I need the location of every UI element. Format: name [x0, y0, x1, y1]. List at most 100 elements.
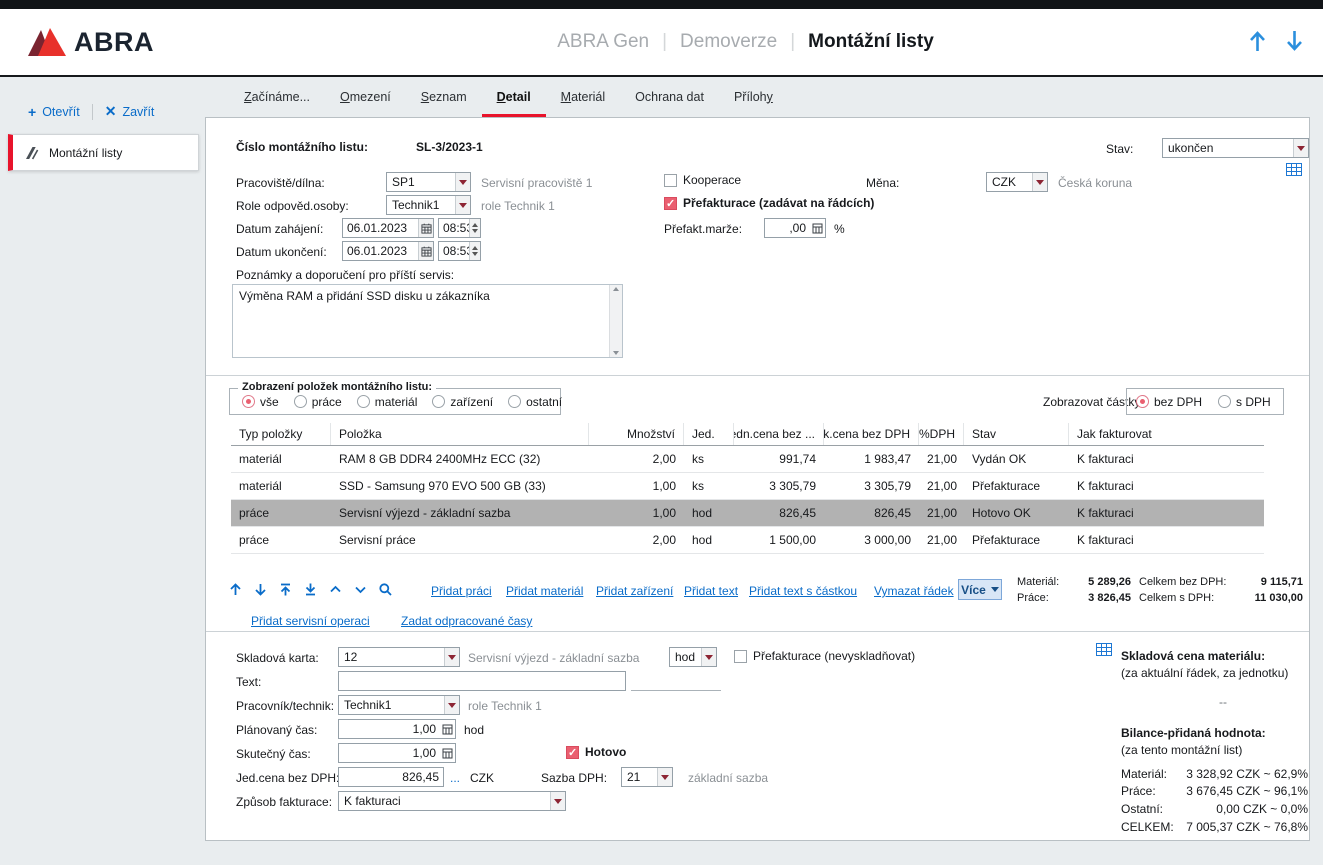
open-button[interactable]: + Otevřít	[28, 104, 80, 120]
filter-prace-radio[interactable]: práce	[294, 395, 342, 409]
table-row-selected[interactable]: práceServisní výjezd - základní sazba1,0…	[231, 500, 1264, 527]
hotovo-checkbox[interactable]: Hotovo	[566, 745, 626, 759]
price-more-button[interactable]: ...	[450, 771, 460, 785]
start-time-input[interactable]: 08:53	[438, 218, 481, 238]
chevron-down-icon[interactable]	[1293, 139, 1308, 157]
column-header-polozka[interactable]: Položka	[331, 423, 589, 445]
column-header-jak-fakturovat[interactable]: Jak fakturovat	[1069, 423, 1264, 445]
sidebar-item-montazni-listy[interactable]: Montážní listy	[8, 134, 199, 171]
state-select[interactable]: ukončen	[1162, 138, 1309, 158]
end-date-input[interactable]: 06.01.2023	[342, 241, 434, 261]
balance-subtitle: (za tento montážní list)	[1121, 743, 1242, 757]
chevron-down-icon[interactable]	[1032, 173, 1047, 191]
role-select[interactable]: Technik1	[386, 195, 471, 215]
prefakturace-checkbox[interactable]: Přefakturace (zadávat na řádcích)	[664, 196, 874, 210]
move-row-top-icon[interactable]	[276, 580, 294, 598]
filter-material-radio[interactable]: materiál	[357, 395, 418, 409]
chevron-down-icon[interactable]	[455, 196, 470, 214]
planned-time-input[interactable]: 1,00	[338, 719, 456, 739]
table-row[interactable]: materiálRAM 8 GB DDR4 2400MHz ECC (32)2,…	[231, 446, 1264, 473]
unit-price-input[interactable]: 826,45	[338, 767, 444, 787]
tab-seznam[interactable]: Seznam	[406, 79, 482, 117]
filter-zarizeni-radio[interactable]: zařízení	[432, 395, 493, 409]
table-row[interactable]: materiálSSD - Samsung 970 EVO 500 GB (33…	[231, 473, 1264, 500]
tab-prilohy[interactable]: Přílohy	[719, 79, 788, 117]
end-time-input[interactable]: 08:53	[438, 241, 481, 261]
worker-label: Pracovník/technik:	[236, 699, 334, 713]
text-input[interactable]	[338, 671, 626, 691]
invoice-method-select[interactable]: K fakturaci	[338, 791, 566, 811]
notes-textarea[interactable]: Výměna RAM a přidání SSD disku u zákazní…	[232, 284, 623, 358]
scroll-down-icon[interactable]	[1286, 29, 1303, 56]
move-row-down-icon[interactable]	[251, 580, 269, 598]
calculator-icon[interactable]	[810, 219, 825, 237]
add-text-amount-link[interactable]: Přidat text s částkou	[749, 584, 857, 598]
scroll-up-icon[interactable]	[1249, 29, 1266, 56]
close-button[interactable]: ✕ Zavřít	[105, 103, 155, 120]
table-row[interactable]: práceServisní práce2,00hod1 500,003 000,…	[231, 527, 1264, 554]
search-icon[interactable]	[376, 580, 394, 598]
filter-vse-radio[interactable]: vše	[242, 395, 279, 409]
time-spinner-icon[interactable]	[469, 242, 480, 260]
planned-time-unit: hod	[464, 723, 484, 737]
table-settings-icon[interactable]	[1286, 163, 1302, 179]
table-settings-icon[interactable]	[1096, 643, 1112, 659]
chevron-down-icon[interactable]	[701, 648, 716, 666]
add-text-link[interactable]: Přidat text	[684, 584, 738, 598]
chevron-down-icon[interactable]	[444, 648, 459, 666]
move-row-up-icon[interactable]	[226, 580, 244, 598]
tab-detail[interactable]: Detail	[482, 79, 546, 117]
kooperace-checkbox[interactable]: Kooperace	[664, 173, 741, 187]
delete-row-link[interactable]: Vymazat řádek	[874, 584, 954, 598]
items-table: Typ položky Položka Množství Jed. Jedn.c…	[231, 423, 1264, 554]
filter-ostatni-radio[interactable]: ostatní	[508, 395, 562, 409]
actual-time-input[interactable]: 1,00	[338, 743, 456, 763]
add-material-link[interactable]: Přidat materiál	[506, 584, 583, 598]
more-button[interactable]: Více	[958, 579, 1002, 600]
chevron-down-icon[interactable]	[444, 696, 459, 714]
tab-zaciname[interactable]: Začínáme...	[229, 79, 325, 117]
chevron-down-icon[interactable]	[455, 173, 470, 191]
add-service-operation-link[interactable]: Přidat servisní operaci	[251, 614, 370, 628]
currency-select[interactable]: CZK	[986, 172, 1048, 192]
margin-input[interactable]: ,00	[764, 218, 826, 238]
add-work-link[interactable]: Přidat práci	[431, 584, 492, 598]
expand-down-icon[interactable]	[351, 580, 369, 598]
collapse-up-icon[interactable]	[326, 580, 344, 598]
move-row-bottom-icon[interactable]	[301, 580, 319, 598]
column-header-typ-polozky[interactable]: Typ položky	[231, 423, 331, 445]
worker-select[interactable]: Technik1	[338, 695, 460, 715]
section-divider	[206, 631, 1309, 632]
breadcrumb-app-name: ABRA Gen	[557, 31, 649, 53]
column-header-mnozstvi[interactable]: Množství	[589, 423, 684, 445]
scrollbar[interactable]	[609, 285, 622, 357]
workplace-select[interactable]: SP1	[386, 172, 471, 192]
column-header-jed[interactable]: Jed.	[684, 423, 734, 445]
time-spinner-icon[interactable]	[469, 219, 480, 237]
stock-card-select[interactable]: 12	[338, 647, 460, 667]
chevron-down-icon[interactable]	[550, 792, 565, 810]
amounts-s-dph-radio[interactable]: s DPH	[1218, 395, 1271, 409]
vat-rate-select[interactable]: 21	[621, 767, 673, 787]
calculator-icon[interactable]	[440, 720, 455, 738]
column-header-dph[interactable]: %DPH	[919, 423, 964, 445]
radio-selected-icon	[242, 395, 255, 408]
calendar-icon[interactable]	[418, 242, 433, 260]
workplace-label: Pracoviště/dílna:	[236, 176, 325, 190]
calculator-icon[interactable]	[440, 744, 455, 762]
amounts-bez-dph-radio[interactable]: bez DPH	[1136, 395, 1202, 409]
chevron-down-icon[interactable]	[657, 768, 672, 786]
column-header-celk-cena[interactable]: Celk.cena bez DPH	[824, 423, 919, 445]
currency-label: Měna:	[866, 176, 899, 190]
tab-material[interactable]: Materiál	[546, 79, 620, 117]
start-date-input[interactable]: 06.01.2023	[342, 218, 434, 238]
enter-worked-times-link[interactable]: Zadat odpracované časy	[401, 614, 532, 628]
calendar-icon[interactable]	[418, 219, 433, 237]
unit-select[interactable]: hod	[669, 647, 717, 667]
tab-omezeni[interactable]: Omezení	[325, 79, 406, 117]
column-header-jedn-cena[interactable]: Jedn.cena bez ...	[734, 423, 824, 445]
add-device-link[interactable]: Přidat zařízení	[596, 584, 673, 598]
tab-ochrana-dat[interactable]: Ochrana dat	[620, 79, 719, 117]
prefakturace-nevyskladnovat-checkbox[interactable]: Přefakturace (nevyskladňovat)	[734, 649, 915, 663]
column-header-stav[interactable]: Stav	[964, 423, 1069, 445]
